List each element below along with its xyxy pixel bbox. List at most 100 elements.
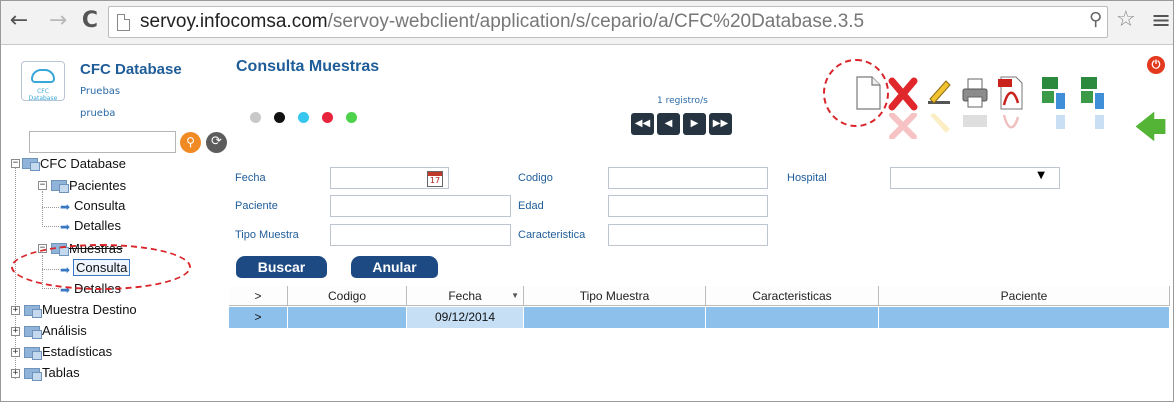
tree-item-pacientes[interactable]: Pacientes [69,178,126,193]
column-header-codigo[interactable]: Codigo [288,286,407,306]
forward-arrow-icon[interactable]: → [46,10,70,34]
next-record-button[interactable]: ▶ [683,113,706,135]
export-xls-icon[interactable] [1038,75,1068,111]
key-icon[interactable]: ⚲ [1089,9,1102,30]
hospital-select[interactable]: ▼ [890,167,1060,189]
codigo-cell[interactable] [288,307,407,328]
edit-reflection [930,113,950,133]
tree-item-analisis[interactable]: Análisis [42,323,87,338]
paciente-field[interactable] [330,195,511,217]
status-dot[interactable] [346,112,357,123]
record-count: 1 registro/s [657,96,708,106]
chevron-down-icon: ▼ [1037,170,1045,181]
tree-expand-icon[interactable]: + [11,327,20,336]
codigo-field[interactable] [608,167,768,189]
app-title: CFC Database [80,61,182,78]
annotation-ellipse-new-document [823,59,889,127]
delete-icon[interactable] [888,75,918,111]
row-selector-cell[interactable]: > [229,307,288,328]
fecha-cell[interactable]: 09/12/2014 [407,307,524,328]
column-header-fecha[interactable]: Fecha ▼ [407,286,524,306]
tree-item-muestra-destino[interactable]: Muestra Destino [42,302,137,317]
calendar-icon[interactable]: 17 [427,171,443,187]
url-path: /servoy-webclient/application/s/cepario/… [327,11,865,32]
address-bar[interactable]: servoy.infocomsa.com/servoy-webclient/ap… [108,6,1108,38]
app-logo: CFC Database [21,61,65,102]
status-dot[interactable] [322,112,333,123]
status-dot[interactable] [250,112,261,123]
tipo-muestra-field[interactable] [330,224,511,246]
browser-toolbar: ← → C servoy.infocomsa.com/servoy-webcli… [1,1,1173,45]
column-header-paciente[interactable]: Paciente [879,286,1170,306]
back-arrow-icon[interactable]: ← [7,10,31,34]
bookmark-star-icon[interactable]: ☆ [1116,7,1136,32]
caracteristica-field[interactable] [608,224,768,246]
page-title: Consulta Muestras [236,58,380,75]
column-header-selector[interactable]: > [229,286,288,306]
folder-icon [51,180,69,193]
edit-icon[interactable] [924,75,954,111]
tipo-muestra-label: Tipo Muestra [235,229,299,241]
annotation-ellipse-consulta [11,244,191,290]
tipo-muestra-cell[interactable] [524,307,706,328]
buscar-button[interactable]: Buscar [236,256,327,278]
hospital-label: Hospital [787,172,827,184]
tree-guide [42,288,59,289]
search-icon[interactable]: ⚲ [180,132,201,153]
tree-expand-icon[interactable]: + [11,348,20,357]
arrow-right-icon: ➡ [60,200,71,214]
fecha-label: Fecha [235,172,266,184]
logo-label: CFC Database [28,88,58,102]
database-icon [22,158,40,171]
tree-expand-icon[interactable]: + [11,369,20,378]
caracteristicas-cell[interactable] [706,307,879,328]
tree-guide [42,226,59,227]
csv-reflection [1095,115,1104,129]
paciente-label: Paciente [235,200,278,212]
export-pdf-icon[interactable] [996,75,1026,111]
paciente-cell[interactable] [879,307,1170,328]
status-dot[interactable] [274,112,285,123]
caracteristica-label: Caracteristica [518,229,586,241]
tree-collapse-icon[interactable]: − [11,159,20,168]
first-record-button[interactable]: ◀◀ [631,113,654,135]
tree-item-pacientes-consulta[interactable]: Consulta [74,198,125,213]
page-icon [117,14,130,31]
edad-label: Edad [518,200,544,212]
browser-menu-icon[interactable]: ≡ [1151,6,1171,34]
sort-desc-icon: ▼ [511,291,519,300]
url-text[interactable]: servoy.infocomsa.com/servoy-webclient/ap… [140,11,864,33]
column-header-caracteristicas[interactable]: Caracteristicas [706,286,879,306]
folder-icon [24,368,42,381]
tree-guide [42,191,43,225]
print-reflection [963,115,987,127]
tree-item-estadisticas[interactable]: Estadísticas [42,344,112,359]
tree-item-pacientes-detalles[interactable]: Detalles [74,218,121,233]
power-icon[interactable]: ⏻ [1147,56,1165,74]
reload-icon[interactable]: C [78,10,102,34]
arrow-right-icon: ➡ [60,220,71,234]
tree-collapse-icon[interactable]: − [38,181,47,190]
anular-button[interactable]: Anular [351,256,438,278]
app-subtitle-1: Pruebas [80,86,121,97]
column-header-tipo-muestra[interactable]: Tipo Muestra [524,286,706,306]
export-csv-icon[interactable] [1077,75,1107,111]
folder-icon [24,347,42,360]
tree-item-cfc-database[interactable]: CFC Database [40,156,126,171]
print-icon[interactable] [960,75,990,111]
codigo-label: Codigo [518,172,553,184]
previous-record-button[interactable]: ◀ [657,113,680,135]
search-input[interactable] [29,131,176,153]
edad-field[interactable] [608,195,768,217]
tree-expand-icon[interactable]: + [11,306,20,315]
tree-item-tablas[interactable]: Tablas [42,365,80,380]
folder-icon [24,305,42,318]
browser-window: ← → C servoy.infocomsa.com/servoy-webcli… [0,0,1174,402]
last-record-button[interactable]: ▶▶ [709,113,732,135]
delete-reflection [889,113,917,139]
app-subtitle-2: prueba [80,108,116,119]
back-icon[interactable]: 🡄 [1134,111,1167,143]
url-host: servoy.infocomsa.com [140,11,328,32]
status-dot[interactable] [298,112,309,123]
refresh-icon[interactable]: ⟳ [206,132,227,153]
